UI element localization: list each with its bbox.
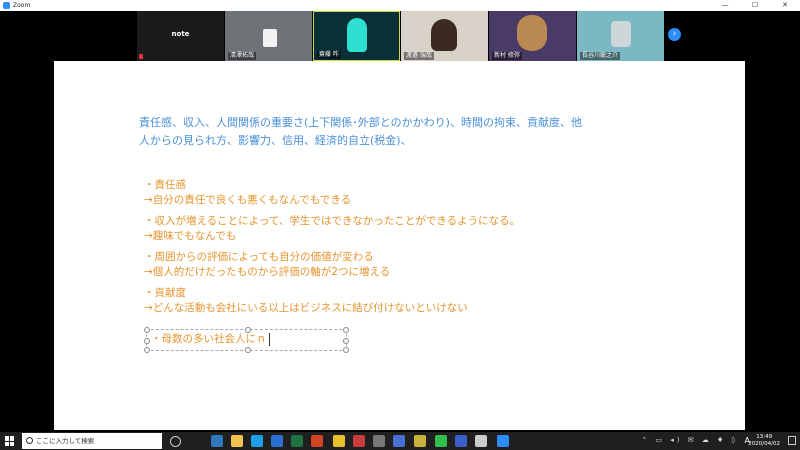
explorer-icon[interactable]: [231, 435, 243, 447]
shared-slide: 責任感、収入、人間関係の重要さ(上下関係･外部とのかかわり)、時間の拘束、貢献度…: [54, 61, 745, 430]
participant-tile-active[interactable]: 齋藤 咋: [313, 11, 400, 61]
system-tray-icons[interactable]: ⌃ ▭ ◂) ✉ ☁ ♦ ◊: [641, 436, 738, 444]
participant-label: note: [171, 30, 190, 38]
title-bar: Zoom — ☐ ✕: [0, 0, 800, 11]
taskbar: ここに入力して検索 ⌃ ▭ ◂) ✉ ☁ ♦ ◊ A 13:49 2020/04…: [0, 432, 800, 450]
participant-name: 渡邉 瑞哉: [404, 52, 434, 60]
participant-tile[interactable]: 清澤拓哉: [225, 11, 312, 61]
app2-icon[interactable]: [455, 435, 467, 447]
maximize-button[interactable]: ☐: [740, 0, 770, 11]
participant-tile[interactable]: 新村 修弥: [489, 11, 576, 61]
participant-name: 長谷川龍之介: [580, 52, 621, 60]
participant-name: 新村 修弥: [492, 52, 522, 60]
participant-name: 齋藤 咋: [317, 51, 341, 59]
chrome-icon[interactable]: [333, 435, 345, 447]
slide-summary: 責任感、収入、人間関係の重要さ(上下関係･外部とのかかわり)、時間の拘束、貢献度…: [139, 116, 582, 147]
resize-handle[interactable]: [144, 327, 150, 333]
list-item-title: ・周囲からの評価によっても自分の価値が変わる: [144, 251, 374, 263]
excel-icon[interactable]: [291, 435, 303, 447]
mic-muted-icon: [139, 54, 143, 59]
next-page-button[interactable]: ›: [668, 28, 681, 41]
resize-handle[interactable]: [343, 347, 349, 353]
store-icon[interactable]: [393, 435, 405, 447]
list-item-title: ・貢献度: [144, 287, 186, 299]
list-item-detail: →どんな活動も会社にいる以上はビジネスに結び付けないといけない: [144, 302, 468, 314]
list-item-detail: →趣味でもなんでも: [144, 230, 237, 242]
resize-handle[interactable]: [245, 347, 251, 353]
zoom-icon[interactable]: [497, 435, 509, 447]
clock-time: 13:49: [756, 434, 773, 440]
list-item: ・貢献度 →どんな活動も会社にいる以上はビジネスに結び付けないといけない: [144, 286, 564, 316]
ie-icon[interactable]: [251, 435, 263, 447]
participant-name: 清澤拓哉: [228, 52, 257, 60]
face-icon: [263, 29, 277, 47]
text-caret: [268, 332, 270, 346]
editing-text-value: ・母数の多い社会人にｎ: [151, 333, 267, 345]
object-icon: [611, 21, 631, 47]
resize-handle[interactable]: [144, 338, 150, 344]
minimize-button[interactable]: —: [710, 0, 740, 11]
list-item-detail: →自分の責任で良くも悪くもなんでもできる: [144, 194, 352, 206]
resize-handle[interactable]: [343, 327, 349, 333]
line-icon[interactable]: [435, 435, 447, 447]
clock-date: 2020/04/02: [748, 441, 780, 447]
text-edit-box[interactable]: ・母数の多い社会人にｎ: [144, 327, 349, 353]
list-item-title: ・収入が増えることによって、学生ではできなかったことができるようになる。: [144, 215, 521, 227]
search-placeholder: ここに入力して検索: [36, 437, 95, 445]
mask-avatar-icon: [347, 18, 367, 52]
close-button[interactable]: ✕: [770, 0, 800, 11]
editing-text[interactable]: ・母数の多い社会人にｎ: [151, 332, 270, 347]
photo-icon[interactable]: [353, 435, 365, 447]
animal-avatar-icon: [517, 15, 547, 51]
bullet-list: ・責任感 →自分の責任で良くも悪くもなんでもできる ・収入が増えることによって、…: [144, 178, 564, 322]
window-title: Zoom: [13, 2, 31, 9]
participant-tile[interactable]: 渡邉 瑞哉: [401, 11, 488, 61]
windows-start-icon[interactable]: [5, 436, 15, 446]
sticky-icon[interactable]: [414, 435, 426, 447]
participant-tile[interactable]: note: [137, 11, 224, 61]
resize-handle[interactable]: [343, 338, 349, 344]
task-view-icon[interactable]: [170, 436, 181, 447]
participant-tile[interactable]: 長谷川龍之介: [577, 11, 664, 61]
mail-icon[interactable]: [271, 435, 283, 447]
taskbar-search[interactable]: ここに入力して検索: [22, 433, 162, 449]
video-strip: note 清澤拓哉 齋藤 咋 渡邉 瑞哉 新村 修弥 長谷川龍之介 ›: [0, 11, 800, 61]
app-icon[interactable]: [373, 435, 385, 447]
list-item: ・責任感 →自分の責任で良くも悪くもなんでもできる: [144, 178, 564, 208]
person-icon: [431, 19, 457, 51]
powerpoint-icon[interactable]: [311, 435, 323, 447]
list-item-detail: →個人的だけだったものから評価の軸が2つに増える: [144, 266, 391, 278]
list-item-title: ・責任感: [144, 179, 186, 191]
zoom-logo-icon: [3, 2, 10, 9]
notification-icon[interactable]: [788, 436, 796, 445]
resize-handle[interactable]: [144, 347, 150, 353]
list-item: ・収入が増えることによって、学生ではできなかったことができるようになる。 →趣味…: [144, 214, 564, 244]
search-icon: [26, 437, 33, 444]
edge-icon[interactable]: [211, 435, 223, 447]
list-item: ・周囲からの評価によっても自分の価値が変わる →個人的だけだったものから評価の軸…: [144, 250, 564, 280]
app3-icon[interactable]: [475, 435, 487, 447]
clock[interactable]: 13:49 2020/04/02: [748, 434, 780, 448]
